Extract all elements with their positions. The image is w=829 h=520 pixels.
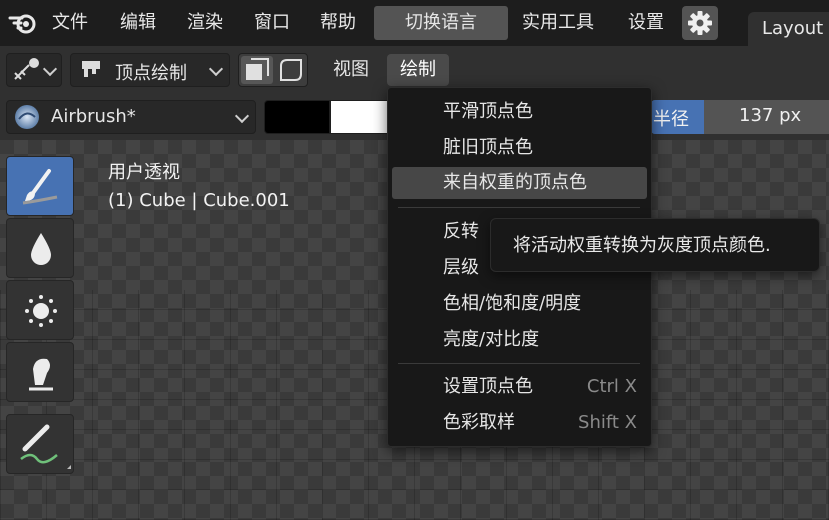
- average-sun-icon: [25, 295, 57, 327]
- menu-item-label: 色彩取样: [443, 412, 515, 433]
- smear-finger-icon: [29, 358, 53, 391]
- mode-dropdown[interactable]: 顶点绘制: [70, 53, 230, 87]
- brush-selector[interactable]: Airbrush*: [6, 100, 256, 134]
- editor-type-button[interactable]: [6, 53, 62, 87]
- menu-item-label: 平滑顶点色: [443, 101, 533, 122]
- radius-label: 半径: [653, 109, 689, 130]
- menu-item-label: 来自权重的顶点色: [443, 172, 587, 193]
- menu-item-smooth-vertex-colors[interactable]: 平滑顶点色: [392, 96, 647, 128]
- chevron-down-icon: [42, 61, 58, 77]
- vertex-paint-mode-icon: [82, 61, 100, 77]
- menu-edit[interactable]: 编辑: [120, 0, 156, 46]
- menu-separator: [398, 207, 640, 208]
- vertex-mask-toggle[interactable]: [275, 56, 307, 84]
- top-menubar: 文件 编辑 渲染 窗口 帮助 切换语言 实用工具 设置 Layout: [0, 0, 829, 46]
- menu-item-label: 设置顶点色: [443, 376, 533, 397]
- radius-slider[interactable]: 半径 137 px: [651, 100, 829, 134]
- tool-average[interactable]: [6, 280, 74, 340]
- paint-brush-icon: [22, 169, 58, 205]
- airbrush-icon: [15, 105, 39, 129]
- workspace-tab-layout[interactable]: Layout: [748, 12, 829, 46]
- menu-file[interactable]: 文件: [52, 0, 88, 46]
- menu-render[interactable]: 渲染: [187, 0, 223, 46]
- menu-item-dirty-vertex-colors[interactable]: 脏旧顶点色: [392, 132, 647, 164]
- menu-utilities[interactable]: 实用工具: [522, 0, 594, 46]
- menu-paint[interactable]: 绘制: [387, 54, 449, 86]
- menu-item-set-vertex-colors[interactable]: 设置顶点色 Ctrl X: [392, 371, 647, 403]
- tool-brush[interactable]: [6, 156, 74, 216]
- menu-item-label: 色相/饱和度/明度: [443, 293, 582, 314]
- menu-settings[interactable]: 设置: [628, 0, 664, 46]
- face-select-icon: [246, 58, 269, 80]
- menu-item-label: 脏旧顶点色: [443, 137, 533, 158]
- menu-help[interactable]: 帮助: [320, 0, 356, 46]
- menu-item-hue-saturation-value[interactable]: 色相/饱和度/明度: [392, 288, 647, 320]
- gear-icon: [688, 11, 712, 35]
- menu-item-shortcut: Ctrl X: [586, 376, 637, 397]
- menu-item-vertex-color-from-weight[interactable]: 来自权重的顶点色: [392, 167, 647, 199]
- chevron-down-icon: [208, 61, 224, 77]
- vertex-paint-editor-icon: [14, 58, 39, 80]
- brush-name: Airbrush*: [51, 106, 136, 127]
- menu-item-brightness-contrast[interactable]: 亮度/对比度: [392, 324, 647, 356]
- tool-blur[interactable]: [6, 218, 74, 278]
- blender-logo-icon[interactable]: [8, 10, 38, 36]
- menu-item-label: 反转: [443, 221, 479, 242]
- blur-drop-icon: [31, 233, 51, 265]
- view-name-label: 用户透视: [108, 162, 180, 183]
- menu-separator: [398, 363, 640, 364]
- menu-view[interactable]: 视图: [322, 54, 380, 86]
- paint-mask-toggle-group: [238, 53, 308, 87]
- mode-label: 顶点绘制: [115, 63, 187, 84]
- switch-language-button[interactable]: 切换语言: [374, 6, 508, 40]
- object-info-label: (1) Cube | Cube.001: [108, 190, 290, 211]
- tool-smear[interactable]: [6, 342, 74, 402]
- menu-item-label: 层级: [443, 257, 479, 278]
- menu-item-color-sample[interactable]: 色彩取样 Shift X: [392, 407, 647, 439]
- face-mask-toggle[interactable]: [241, 56, 273, 84]
- annotate-pencil-icon: [20, 424, 71, 469]
- radius-value: 137 px: [739, 105, 802, 126]
- menu-item-shortcut: Shift X: [578, 412, 637, 433]
- tool-annotate[interactable]: [6, 414, 74, 474]
- chevron-down-icon: [234, 108, 250, 124]
- primary-color-swatch[interactable]: [264, 100, 330, 134]
- gear-button[interactable]: [682, 6, 718, 40]
- menu-item-label: 亮度/对比度: [443, 329, 540, 350]
- secondary-color-swatch[interactable]: [330, 100, 388, 134]
- vertex-select-icon: [280, 59, 302, 81]
- tooltip: 将活动权重转换为灰度顶点颜色.: [490, 218, 820, 272]
- menu-window[interactable]: 窗口: [254, 0, 290, 46]
